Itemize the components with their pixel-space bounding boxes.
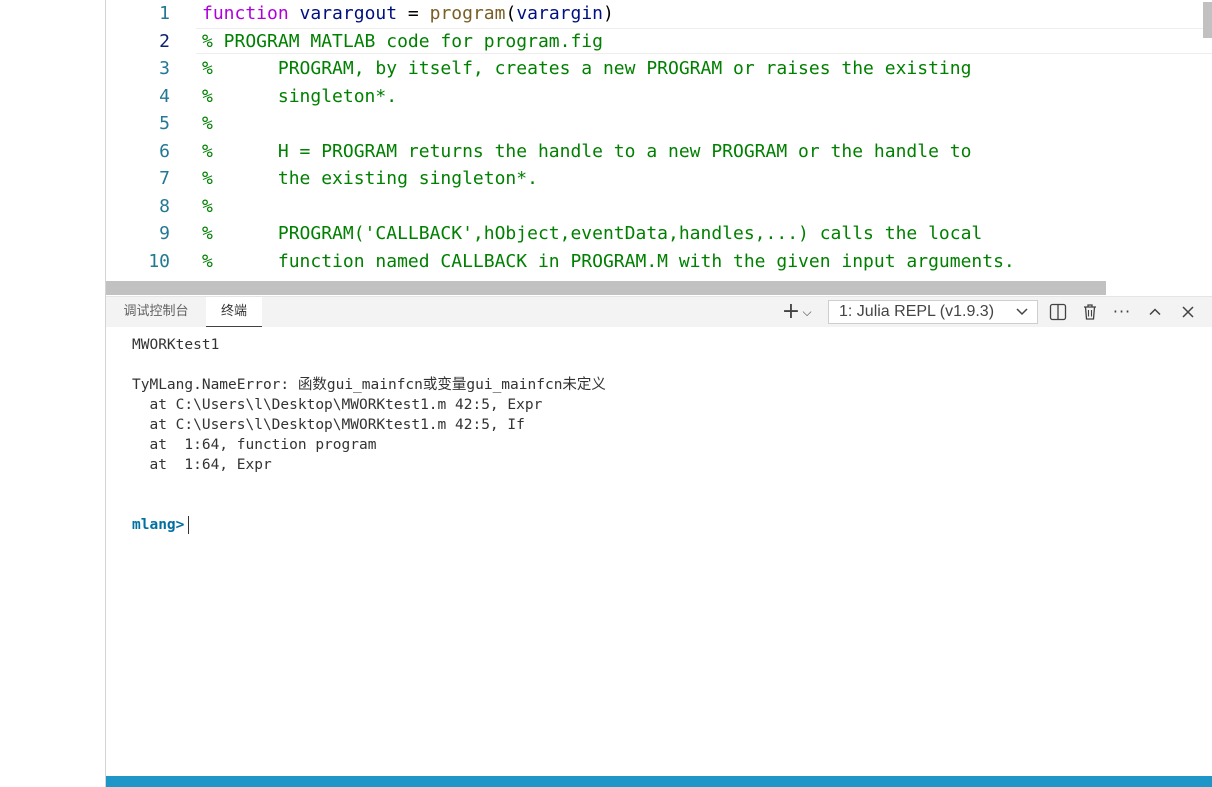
terminal-line: TyMLang.NameError: 函数gui_mainfcn或变量gui_m…: [132, 377, 606, 393]
line-number: 7: [159, 168, 170, 189]
code-line[interactable]: 1 function varargout = program(varargin): [106, 0, 1206, 28]
code-text: %: [202, 110, 213, 138]
code-editor[interactable]: 1 function varargout = program(varargin) 2…: [106, 0, 1212, 296]
vertical-scrollbar[interactable]: [1203, 0, 1212, 296]
chevron-down-icon[interactable]: ⌵: [800, 300, 814, 324]
bottom-panel: 调试控制台 终端 + ⌵ 1: Julia REPL (v1.9.3) ···: [106, 296, 1212, 776]
left-blank-area: [0, 0, 105, 787]
code-token: program: [429, 3, 506, 24]
code-token: =: [397, 3, 430, 24]
maximize-panel-icon[interactable]: [1143, 300, 1167, 324]
code-line[interactable]: 3 % PROGRAM, by itself, creates a new PRO…: [106, 55, 1206, 83]
terminal-prompt-line[interactable]: mlang>: [132, 515, 1202, 535]
code-token: % the existing singleton*.: [202, 168, 538, 189]
close-panel-icon[interactable]: [1176, 300, 1200, 324]
horizontal-scrollbar-track[interactable]: [1106, 281, 1212, 295]
select-chevron-icon: [1015, 301, 1029, 330]
code-token: % H = PROGRAM returns the handle to a ne…: [202, 140, 972, 162]
line-number: 8: [159, 195, 170, 217]
code-token: varargin: [516, 3, 604, 24]
code-text: % PROGRAM, by itself, creates a new PROG…: [202, 55, 971, 83]
code-token: varargout: [299, 3, 398, 24]
code-text: % singleton*.: [202, 83, 397, 111]
terminal-output[interactable]: MWORKtest1 TyMLang.NameError: 函数gui_mainf…: [132, 335, 1202, 755]
vertical-scrollbar-thumb[interactable]: [1203, 2, 1212, 38]
terminal-prompt: mlang>: [132, 517, 185, 533]
terminal-cursor: [188, 516, 190, 534]
line-number: 5: [159, 113, 170, 134]
code-text: function varargout = program(varargin): [202, 0, 614, 28]
code-text: % PROGRAM('CALLBACK',hObject,eventData,h…: [202, 220, 982, 248]
code-line[interactable]: 8%: [106, 193, 1206, 221]
terminal-line: at C:\Users\l\Desktop\MWORKtest1.m 42:5,…: [132, 417, 525, 433]
code-token: function: [202, 3, 289, 24]
code-line[interactable]: 7 % the existing singleton*.: [106, 165, 1206, 193]
code-token: %: [202, 195, 213, 217]
code-token: % PROGRAM MATLAB code for program.fig: [202, 30, 603, 52]
code-token: % singleton*.: [202, 85, 398, 107]
panel-header: 调试控制台 终端 + ⌵ 1: Julia REPL (v1.9.3) ···: [106, 297, 1212, 327]
tab-debug-console[interactable]: 调试控制台: [106, 297, 206, 327]
code-line[interactable]: 6 % H = PROGRAM returns the handle to a n…: [106, 138, 1206, 166]
code-token: % function named CALLBACK in PROGRAM.M w…: [202, 250, 1015, 272]
line-number: 9: [159, 223, 170, 244]
code-line[interactable]: 2 % PROGRAM MATLAB code for program.fig: [106, 28, 1206, 56]
horizontal-scrollbar-thumb[interactable]: [106, 281, 1106, 295]
terminal-select[interactable]: 1: Julia REPL (v1.9.3): [828, 300, 1038, 324]
more-actions-icon[interactable]: ···: [1110, 300, 1134, 324]
code-token: % PROGRAM('CALLBACK',hObject,eventData,h…: [202, 223, 983, 244]
tab-terminal[interactable]: 终端: [206, 297, 262, 327]
terminal-line: at 1:64, Expr: [132, 457, 272, 473]
code-token: % PROGRAM, by itself, creates a new PROG…: [202, 58, 972, 79]
line-number: 2: [159, 30, 170, 52]
trash-icon[interactable]: [1078, 300, 1102, 324]
line-number: 6: [159, 140, 170, 162]
code-token: ): [603, 3, 614, 24]
terminal-line: at C:\Users\l\Desktop\MWORKtest1.m 42:5,…: [132, 397, 543, 413]
code-token: %: [202, 113, 213, 134]
line-number: 1: [159, 3, 170, 24]
workbench: 1 function varargout = program(varargin) 2…: [105, 0, 1212, 787]
code-text: % PROGRAM MATLAB code for program.fig: [202, 28, 603, 56]
terminal-lines: MWORKtest1 TyMLang.NameError: 函数gui_mainf…: [132, 335, 1202, 515]
line-number: 4: [159, 85, 170, 107]
code-text: % the existing singleton*.: [202, 165, 538, 193]
terminal-line: at 1:64, function program: [132, 437, 377, 453]
code-line[interactable]: 10 % function named CALLBACK in PROGRAM.M…: [106, 248, 1206, 276]
code-text: % H = PROGRAM returns the handle to a ne…: [202, 138, 971, 166]
code-line[interactable]: 5%: [106, 110, 1206, 138]
line-number: 10: [148, 250, 170, 272]
line-number: 3: [159, 58, 170, 79]
terminal-line: MWORKtest1: [132, 337, 220, 353]
code-line[interactable]: 4 % singleton*.: [106, 83, 1206, 111]
code-text: % function named CALLBACK in PROGRAM.M w…: [202, 248, 1015, 276]
code-line[interactable]: 9 % PROGRAM('CALLBACK',hObject,eventData,…: [106, 220, 1206, 248]
code-text: %: [202, 193, 213, 221]
status-bar: [106, 776, 1212, 787]
terminal-select-value: 1: Julia REPL (v1.9.3): [839, 303, 995, 320]
split-terminal-icon[interactable]: [1046, 300, 1070, 324]
code-token: (: [505, 3, 517, 24]
